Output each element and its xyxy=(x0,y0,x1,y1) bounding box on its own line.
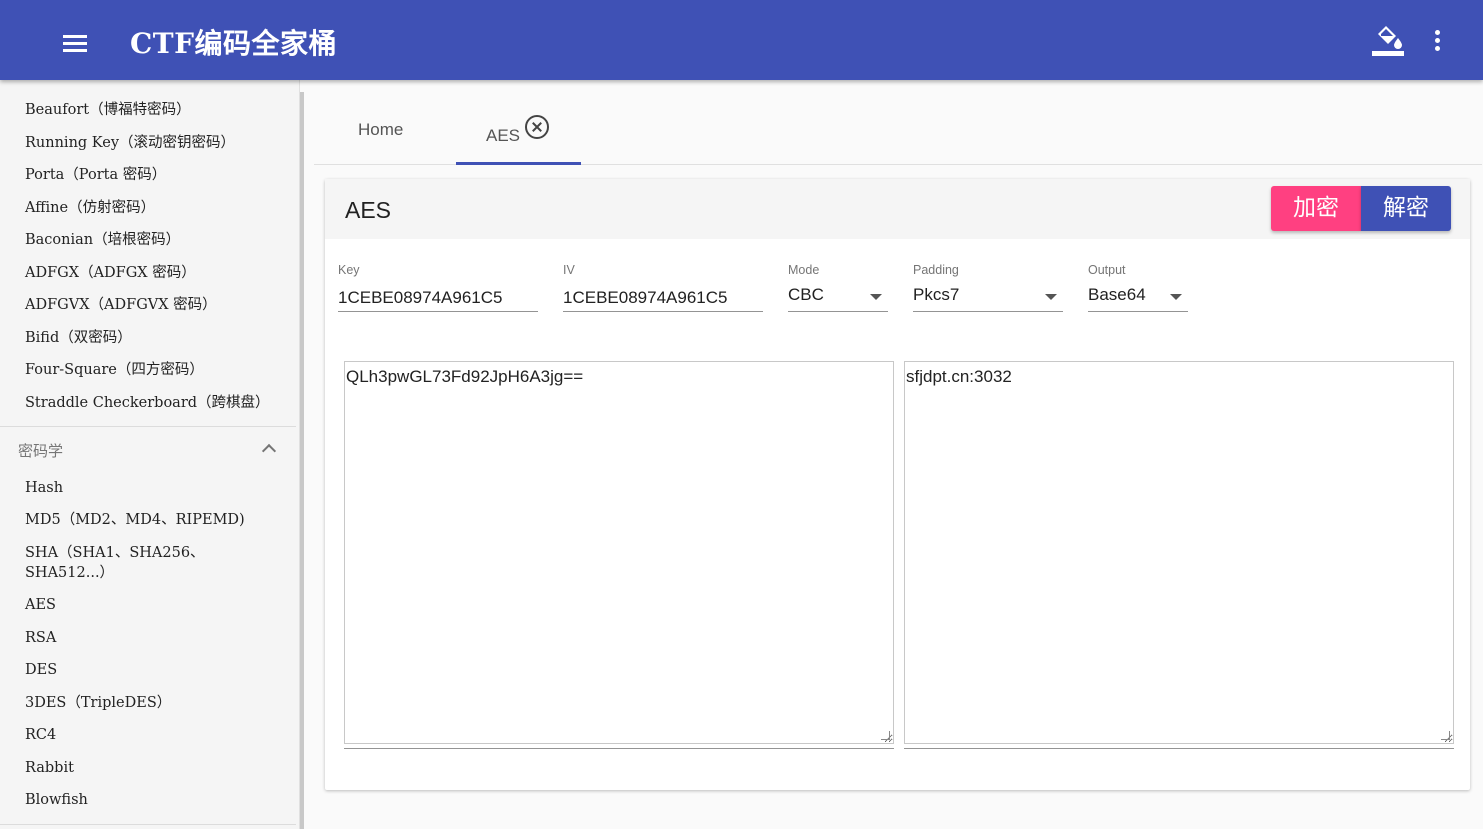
tab-label: AES xyxy=(486,126,521,145)
sidebar: Beaufort（博福特密码） Running Key（滚动密钥密码） Port… xyxy=(0,80,300,829)
sidebar-item-adfgx[interactable]: ADFGX（ADFGX 密码） xyxy=(25,263,275,283)
output-field: Output Base64 xyxy=(1088,263,1188,313)
tab-bar: Home AES xyxy=(314,92,1482,165)
section-header-label: 密码学 xyxy=(18,443,64,460)
tab-label: Home xyxy=(358,120,404,139)
sidebar-item-3des[interactable]: 3DES（TripleDES） xyxy=(25,693,275,713)
aes-card: AES 加密 解密 Key IV Mode CBC Padding Pkcs7 … xyxy=(325,179,1470,790)
sidebar-item-md5[interactable]: MD5（MD2、MD4、RIPEMD) xyxy=(25,510,275,530)
section-divider xyxy=(0,824,296,825)
dropdown-arrow-icon[interactable] xyxy=(1170,294,1182,300)
sidebar-item-aes[interactable]: AES xyxy=(25,595,275,615)
sidebar-item-blowfish[interactable]: Blowfish xyxy=(25,790,275,810)
padding-label: Padding xyxy=(913,263,959,277)
input-textarea-wrap: QLh3pwGL73Fd92JpH6A3jg== xyxy=(344,361,894,749)
card-title: AES xyxy=(345,197,392,223)
iv-field: IV xyxy=(563,263,763,313)
section-divider xyxy=(0,426,296,427)
sidebar-item-sha[interactable]: SHA（SHA1、SHA256、SHA512...） xyxy=(25,543,215,583)
menu-icon[interactable] xyxy=(56,24,94,62)
mode-field: Mode CBC xyxy=(788,263,888,313)
key-field: Key xyxy=(338,263,538,313)
sidebar-item-rabbit[interactable]: Rabbit xyxy=(25,758,275,778)
sidebar-item-porta[interactable]: Porta（Porta 密码） xyxy=(25,165,275,185)
sidebar-item-straddle-checkerboard[interactable]: Straddle Checkerboard（跨棋盘） xyxy=(25,393,275,413)
sidebar-item-adfgvx[interactable]: ADFGVX（ADFGVX 密码） xyxy=(25,295,275,315)
chevron-up-icon xyxy=(261,443,277,459)
sidebar-item-hash[interactable]: Hash xyxy=(25,478,275,498)
sidebar-item-bifid[interactable]: Bifid（双密码） xyxy=(25,328,275,348)
decrypt-button[interactable]: 解密 xyxy=(1361,186,1451,231)
output-label: Output xyxy=(1088,263,1126,277)
sidebar-item-affine[interactable]: Affine（仿射密码） xyxy=(25,198,275,218)
tab-home[interactable]: Home xyxy=(314,92,450,165)
sidebar-item-baconian[interactable]: Baconian（培根密码） xyxy=(25,230,275,250)
close-circle-icon[interactable] xyxy=(525,115,549,139)
encrypt-button[interactable]: 加密 xyxy=(1271,186,1361,231)
sidebar-item-des[interactable]: DES xyxy=(25,660,275,680)
dropdown-arrow-icon[interactable] xyxy=(1045,294,1057,300)
sidebar-item-rc4[interactable]: RC4 xyxy=(25,725,275,745)
iv-input[interactable] xyxy=(563,285,763,312)
sidebar-item-rsa[interactable]: RSA xyxy=(25,628,275,648)
dropdown-arrow-icon[interactable] xyxy=(870,294,882,300)
mode-label: Mode xyxy=(788,263,820,277)
key-input[interactable] xyxy=(338,285,538,312)
sidebar-item-running-key[interactable]: Running Key（滚动密钥密码） xyxy=(25,133,275,153)
tab-aes[interactable]: AES xyxy=(456,92,581,165)
card-header: AES 加密 解密 xyxy=(325,179,1470,239)
format-color-fill-icon[interactable] xyxy=(1368,22,1408,60)
output-textarea-wrap: sfjdpt.cn:3032 xyxy=(904,361,1454,749)
output-textarea[interactable]: sfjdpt.cn:3032 xyxy=(904,361,1454,744)
key-label: Key xyxy=(338,263,360,277)
app-bar: CTF编码全家桶 xyxy=(0,0,1483,80)
padding-field: Padding Pkcs7 xyxy=(913,263,1063,313)
sidebar-item-beaufort[interactable]: Beaufort（博福特密码） xyxy=(25,100,275,120)
more-vert-icon[interactable] xyxy=(1424,24,1452,58)
section-header-crypto[interactable]: 密码学 xyxy=(18,440,280,462)
input-textarea[interactable]: QLh3pwGL73Fd92JpH6A3jg== xyxy=(344,361,894,744)
padding-select[interactable]: Pkcs7 xyxy=(913,285,1063,312)
sidebar-item-four-square[interactable]: Four-Square（四方密码） xyxy=(25,360,275,380)
sidebar-scrollbar[interactable] xyxy=(300,92,304,829)
iv-label: IV xyxy=(563,263,575,277)
app-title: CTF编码全家桶 xyxy=(130,27,338,60)
